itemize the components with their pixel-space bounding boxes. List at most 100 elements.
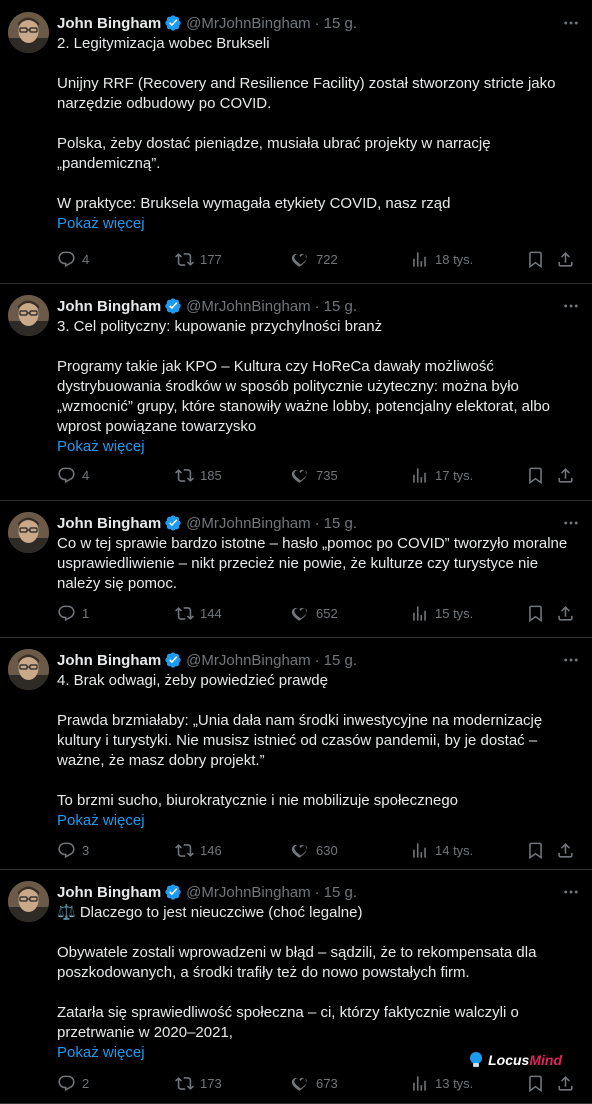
like-count: 630 xyxy=(316,842,338,858)
tweet[interactable]: John Bingham @MrJohnBingham · 15 g. Co w… xyxy=(0,500,592,638)
tweet-actions: 4 177 722 18 tys. xyxy=(57,249,578,269)
reply-button[interactable]: 4 xyxy=(57,466,89,485)
views-chart-icon xyxy=(413,467,426,483)
tweet[interactable]: John Bingham @MrJohnBingham · 15 g. 3. C… xyxy=(0,283,592,501)
bookmark-button[interactable] xyxy=(526,250,545,269)
reply-button[interactable]: 3 xyxy=(57,841,89,860)
reply-button[interactable]: 1 xyxy=(57,604,89,623)
author-name[interactable]: John Bingham xyxy=(57,298,161,315)
like-button[interactable]: 652 xyxy=(291,604,338,623)
share-icon xyxy=(558,251,573,267)
timestamp[interactable]: 15 g. xyxy=(324,884,357,901)
views-button[interactable]: 13 tys. xyxy=(410,1074,473,1093)
watermark: Locus Mind xyxy=(468,1051,562,1069)
avatar[interactable] xyxy=(8,512,49,553)
retweet-button[interactable]: 177 xyxy=(175,250,222,269)
more-options-icon[interactable] xyxy=(562,514,580,536)
reply-icon xyxy=(58,605,75,621)
verified-badge-icon xyxy=(165,515,181,531)
more-options-icon[interactable] xyxy=(562,297,580,319)
bookmark-button[interactable] xyxy=(526,604,545,623)
show-more-link[interactable]: Pokaż więcej xyxy=(57,437,580,457)
views-button[interactable]: 17 tys. xyxy=(410,466,473,485)
tweet-header: John Bingham @MrJohnBingham · 15 g. xyxy=(57,649,580,671)
reply-count: 1 xyxy=(82,605,90,621)
like-button[interactable]: 722 xyxy=(291,250,338,269)
views-chart-icon xyxy=(413,605,426,621)
tweet-actions: 3 146 630 14 tys. xyxy=(57,840,578,860)
tweet-text-paragraph: W praktyce: Bruksela wymagała etykiety C… xyxy=(57,195,451,212)
author-handle[interactable]: @MrJohnBingham xyxy=(186,15,310,32)
author-handle[interactable]: @MrJohnBingham xyxy=(186,652,310,669)
retweet-icon xyxy=(175,252,194,266)
share-button[interactable] xyxy=(556,604,575,623)
show-more-link[interactable]: Pokaż więcej xyxy=(57,811,580,831)
watermark-mind: Mind xyxy=(529,1052,562,1068)
verified-badge-icon xyxy=(165,652,181,668)
tweet-header: John Bingham @MrJohnBingham · 15 g. xyxy=(57,512,580,534)
author-name[interactable]: John Bingham xyxy=(57,652,161,669)
avatar[interactable] xyxy=(8,12,49,53)
tweet-text: Co w tej sprawie bardzo istotne – hasło … xyxy=(57,534,580,594)
bookmark-button[interactable] xyxy=(526,841,545,860)
author-handle[interactable]: @MrJohnBingham xyxy=(186,884,310,901)
share-button[interactable] xyxy=(556,1074,575,1093)
timestamp[interactable]: 15 g. xyxy=(324,15,357,32)
show-more-link[interactable]: Pokaż więcej xyxy=(57,214,580,234)
author-name[interactable]: John Bingham xyxy=(57,15,161,32)
reply-icon xyxy=(58,1075,75,1091)
bookmark-icon xyxy=(529,605,542,622)
reply-icon xyxy=(58,251,75,267)
tweet-text: 3. Cel polityczny: kupowanie przychylnoś… xyxy=(57,317,580,437)
bookmark-button[interactable] xyxy=(526,466,545,485)
avatar[interactable] xyxy=(8,649,49,690)
avatar[interactable] xyxy=(8,881,49,922)
author-name[interactable]: John Bingham xyxy=(57,884,161,901)
retweet-icon xyxy=(175,843,194,857)
author-handle[interactable]: @MrJohnBingham xyxy=(186,298,310,315)
timestamp[interactable]: 15 g. xyxy=(324,652,357,669)
share-button[interactable] xyxy=(556,841,575,860)
more-options-icon[interactable] xyxy=(562,883,580,905)
author-handle[interactable]: @MrJohnBingham xyxy=(186,515,310,532)
like-button[interactable]: 673 xyxy=(291,1074,338,1093)
reply-button[interactable]: 4 xyxy=(57,250,89,269)
avatar-image xyxy=(8,512,49,553)
tweet[interactable]: John Bingham @MrJohnBingham · 15 g. 2. L… xyxy=(0,0,592,284)
views-button[interactable]: 15 tys. xyxy=(410,604,473,623)
views-chart-icon xyxy=(413,251,426,267)
tweet[interactable]: John Bingham @MrJohnBingham · 15 g. 4. B… xyxy=(0,637,592,870)
timestamp[interactable]: 15 g. xyxy=(324,298,357,315)
bookmark-button[interactable] xyxy=(526,1074,545,1093)
views-button[interactable]: 18 tys. xyxy=(410,250,473,269)
separator-dot: · xyxy=(314,883,320,901)
tweet-text-paragraph: Zatarła się sprawiedliwość społeczna – c… xyxy=(57,1004,524,1041)
views-button[interactable]: 14 tys. xyxy=(410,841,473,860)
tweet-actions: 1 144 652 15 tys. xyxy=(57,603,578,623)
tweet-text-paragraph: 2. Legitymizacja wobec Brukseli xyxy=(57,35,270,52)
retweet-button[interactable]: 146 xyxy=(175,841,222,860)
heart-icon xyxy=(291,253,308,267)
retweet-button[interactable]: 173 xyxy=(175,1074,222,1093)
timestamp[interactable]: 15 g. xyxy=(324,515,357,532)
tweet-text: 2. Legitymizacja wobec Brukseli Unijny RR… xyxy=(57,34,580,214)
separator-dot: · xyxy=(314,297,320,315)
like-button[interactable]: 630 xyxy=(291,841,338,860)
retweet-button[interactable]: 185 xyxy=(175,466,222,485)
avatar[interactable] xyxy=(8,295,49,336)
more-options-icon[interactable] xyxy=(562,651,580,673)
share-icon xyxy=(558,467,573,483)
tweet-text-paragraph: Unijny RRF (Recovery and Resilience Faci… xyxy=(57,75,560,112)
share-button[interactable] xyxy=(556,466,575,485)
author-name[interactable]: John Bingham xyxy=(57,515,161,532)
retweet-count: 146 xyxy=(200,842,222,858)
like-count: 673 xyxy=(316,1075,338,1091)
like-button[interactable]: 735 xyxy=(291,466,338,485)
tweet-header: John Bingham @MrJohnBingham · 15 g. xyxy=(57,12,580,34)
share-button[interactable] xyxy=(556,250,575,269)
reply-count: 3 xyxy=(82,842,90,858)
retweet-button[interactable]: 144 xyxy=(175,604,222,623)
reply-button[interactable]: 2 xyxy=(57,1074,89,1093)
watermark-locus: Locus xyxy=(488,1052,530,1068)
more-options-icon[interactable] xyxy=(562,14,580,36)
